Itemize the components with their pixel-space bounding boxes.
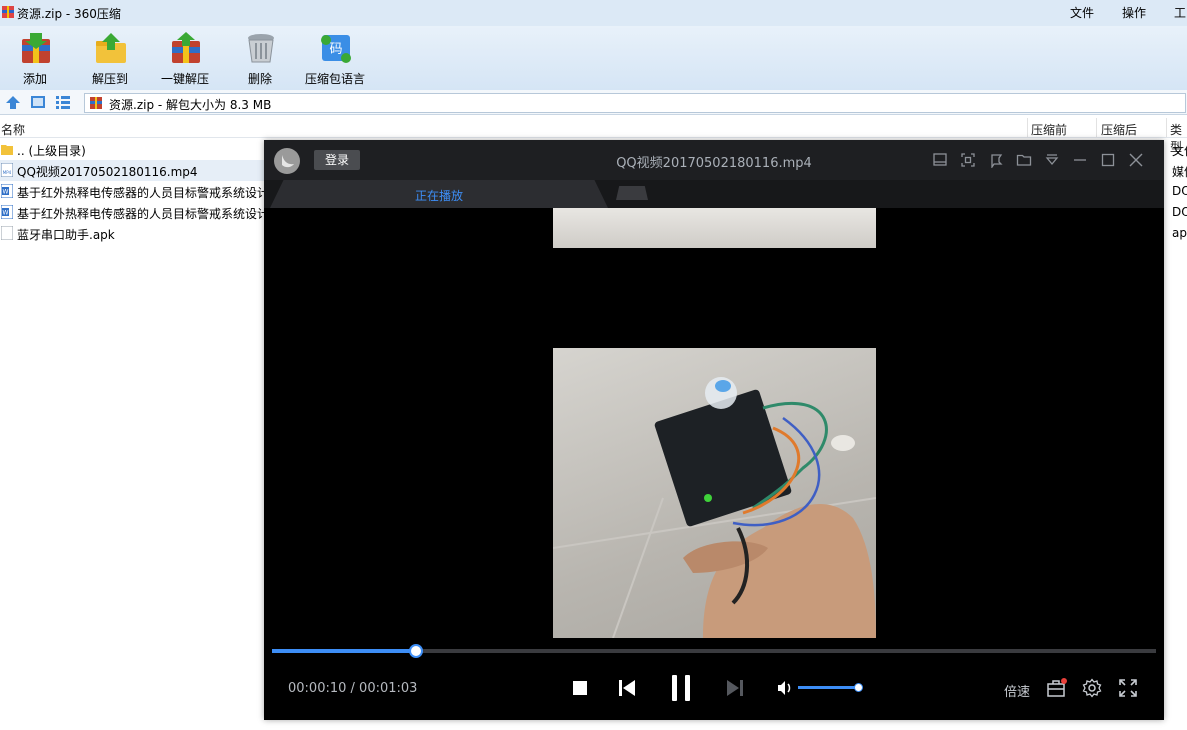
- menu-operation[interactable]: 操作: [1122, 4, 1146, 21]
- dropdown-menu-icon[interactable]: [1044, 152, 1060, 168]
- login-button[interactable]: 登录: [314, 150, 360, 170]
- svg-text:码: 码: [329, 42, 342, 57]
- notification-dot-icon: [1061, 678, 1067, 684]
- app-logo-icon: [2, 6, 14, 18]
- player-title-bar: 登录 QQ视频20170502180116.mp4: [264, 140, 1164, 180]
- file-type-cell: 媒体: [1172, 165, 1187, 179]
- tab-now-playing-label: 正在播放: [414, 189, 463, 203]
- mini-mode-icon[interactable]: [932, 152, 948, 168]
- close-icon[interactable]: [1128, 152, 1144, 168]
- word-doc-icon: W: [1, 205, 13, 219]
- tab-now-playing[interactable]: 正在播放: [270, 180, 608, 208]
- zip-file-icon: [90, 97, 102, 109]
- menu-tools[interactable]: 工: [1174, 4, 1186, 21]
- list-item[interactable]: W 基于红外热释电传感器的人员目标警戒系统设计: [0, 181, 270, 202]
- archive-language-icon: 码: [321, 35, 351, 63]
- list-item[interactable]: W 基于红外热释电传感器的人员目标警戒系统设计: [0, 202, 270, 223]
- list-view-icon[interactable]: [55, 95, 71, 109]
- fullscreen-icon[interactable]: [1118, 678, 1138, 698]
- current-time: 00:00:10 /: [288, 681, 355, 696]
- screenshot-icon[interactable]: [960, 152, 976, 168]
- total-time: 00:01:03: [359, 681, 418, 696]
- seek-bar-played: [272, 649, 416, 653]
- toolbox-icon[interactable]: [1046, 678, 1068, 698]
- open-folder-icon[interactable]: [1016, 152, 1032, 168]
- extract-to-button[interactable]: 解压到: [78, 26, 142, 90]
- seek-bar[interactable]: [272, 644, 1156, 658]
- volume-slider-handle[interactable]: [854, 683, 863, 692]
- file-type-cell: DO: [1172, 184, 1187, 198]
- toolbar: 添加 解压到 一键解压 删除 码 压缩包语言: [0, 26, 1187, 90]
- stop-icon[interactable]: [570, 678, 590, 698]
- maximize-icon[interactable]: [1100, 152, 1116, 168]
- column-divider[interactable]: [1166, 118, 1167, 137]
- playback-speed-button[interactable]: 倍速: [1004, 681, 1030, 700]
- delete-button[interactable]: 删除: [228, 26, 292, 90]
- video-title: QQ视频20170502180116.mp4: [616, 156, 812, 171]
- add-button[interactable]: 添加: [3, 26, 67, 90]
- video-frame[interactable]: [552, 348, 877, 639]
- pause-icon[interactable]: [664, 671, 698, 705]
- extract-to-icon: [96, 33, 126, 63]
- column-name[interactable]: 名称: [1, 121, 25, 138]
- word-doc-icon: W: [1, 184, 13, 198]
- folder-icon: [1, 145, 13, 155]
- address-bar: 资源.zip - 解包大小为 8.3 MB: [0, 90, 1187, 115]
- volume-slider[interactable]: [798, 686, 860, 689]
- window-title: 资源.zip - 360压缩: [17, 7, 121, 21]
- tab-playlist[interactable]: [616, 186, 648, 200]
- menu-file[interactable]: 文件: [1070, 4, 1094, 21]
- time-display: 00:00:10 / 00:01:03: [288, 681, 417, 696]
- pin-on-top-icon[interactable]: [988, 152, 1004, 168]
- column-size-after[interactable]: 压缩后: [1101, 121, 1137, 138]
- column-size-before[interactable]: 压缩前: [1031, 121, 1067, 138]
- file-type-cell: DO: [1172, 205, 1187, 219]
- path-text: 资源.zip - 解包大小为 8.3 MB: [109, 98, 272, 112]
- settings-gear-icon[interactable]: [1082, 678, 1102, 698]
- path-field[interactable]: 资源.zip - 解包大小为 8.3 MB: [84, 93, 1186, 113]
- archive-language-button[interactable]: 码 压缩包语言: [303, 26, 367, 90]
- title-bar: 资源.zip - 360压缩 文件 操作 工: [0, 0, 1187, 26]
- video-frame-top: [553, 208, 876, 248]
- list-item[interactable]: 蓝牙串口助手.apk: [0, 223, 270, 244]
- one-click-extract-icon: [172, 32, 200, 63]
- player-tab-bar: 正在播放: [264, 180, 1164, 208]
- player-logo-icon: [274, 148, 300, 174]
- svg-text:W: W: [3, 189, 9, 196]
- one-click-extract-button[interactable]: 一键解压: [153, 26, 217, 90]
- minimize-icon[interactable]: [1072, 152, 1088, 168]
- column-divider[interactable]: [1027, 118, 1028, 137]
- mp4-file-icon: MP4: [1, 163, 13, 177]
- previous-icon[interactable]: [616, 677, 638, 699]
- apk-file-icon: [1, 226, 13, 240]
- file-type-cell: 文件: [1172, 144, 1187, 158]
- column-divider[interactable]: [1096, 118, 1097, 137]
- video-player-window: 登录 QQ视频20170502180116.mp4 正在播放 00:00:10 …: [264, 140, 1164, 720]
- next-icon[interactable]: [724, 677, 746, 699]
- up-arrow-icon[interactable]: [5, 95, 21, 109]
- column-header: 名称 压缩前 压缩后 类型: [0, 118, 1187, 154]
- list-item[interactable]: .. (上级目录): [0, 139, 270, 160]
- seek-bar-handle[interactable]: [409, 644, 423, 658]
- add-archive-icon: [22, 33, 50, 63]
- svg-text:MP4: MP4: [3, 170, 12, 175]
- file-type-cell: ap: [1172, 226, 1187, 240]
- svg-text:W: W: [3, 210, 9, 217]
- video-content-image: [552, 377, 877, 639]
- list-item[interactable]: MP4 QQ视频20170502180116.mp4: [0, 160, 270, 181]
- trash-icon: [248, 34, 274, 63]
- large-icon-view-icon[interactable]: [30, 95, 46, 109]
- volume-icon[interactable]: [776, 680, 794, 696]
